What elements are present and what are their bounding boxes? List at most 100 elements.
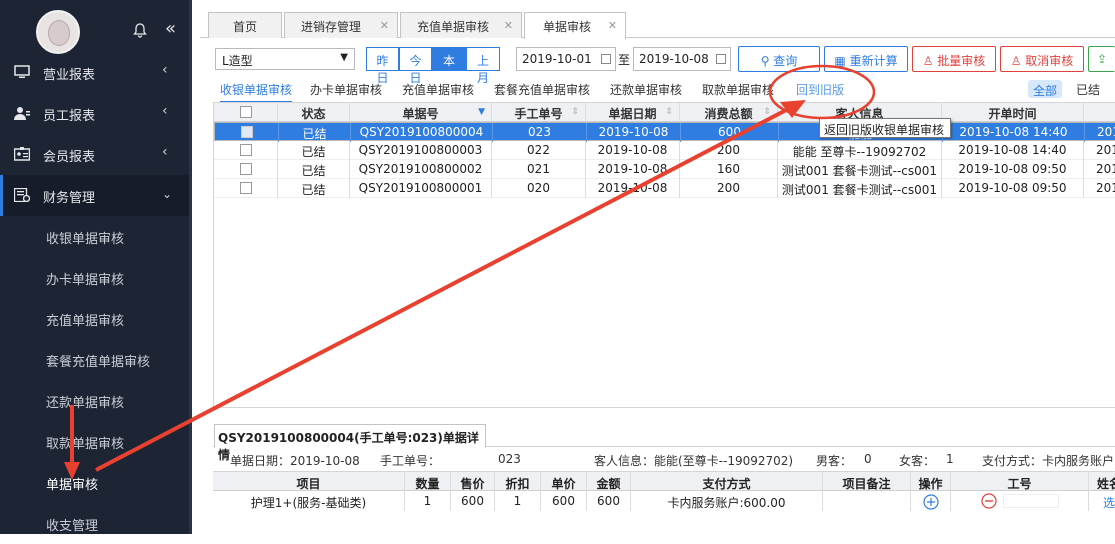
- cancel-audit-button[interactable]: ♙ 取消审核: [1000, 46, 1084, 72]
- dcell-pay: 卡内服务账户:600.00: [631, 491, 823, 511]
- row-checkbox[interactable]: [214, 179, 278, 198]
- staff-no-input[interactable]: [1003, 494, 1059, 508]
- row-checkbox[interactable]: [214, 160, 278, 179]
- batch-audit-button[interactable]: ♙ 批量审核: [912, 46, 996, 72]
- bell-icon[interactable]: [132, 22, 148, 38]
- sidebar-item-package-recharge-audit[interactable]: 套餐充值单据审核: [0, 339, 190, 380]
- export-button[interactable]: ⇪: [1088, 46, 1115, 72]
- menu-finance[interactable]: 财务管理 ⌄: [0, 175, 190, 216]
- detail-female-label: 女客：: [899, 454, 936, 468]
- dcell-amount: 600: [587, 491, 631, 511]
- menu-business-report[interactable]: 营业报表 ‹: [0, 52, 190, 93]
- col-extra[interactable]: [1084, 103, 1115, 122]
- sidebar-item-card-audit[interactable]: 办卡单据审核: [0, 257, 190, 298]
- subtab-withdraw[interactable]: 取款单据审核: [702, 81, 774, 98]
- col-bill-date[interactable]: 单据日期 ⇕: [586, 103, 680, 122]
- filter-all-button[interactable]: 全部: [1028, 80, 1062, 98]
- date-to-input[interactable]: 2019-10-08: [633, 47, 731, 71]
- cell-time: 2019-10-08 14:40: [943, 123, 1085, 142]
- dcol-action: 操作: [911, 472, 951, 492]
- sub-label: 收银单据审核: [46, 232, 125, 247]
- dropdown-arrow-icon: ▼: [340, 52, 348, 63]
- subtab-recharge[interactable]: 充值单据审核: [402, 81, 474, 98]
- today-button[interactable]: 今日: [399, 47, 432, 85]
- toolbar: L造型 ▼ 昨日 今日 本月 上月 2019-10-01 至 2019-10-08…: [210, 44, 1115, 85]
- collapse-sidebar-icon[interactable]: «: [165, 20, 176, 38]
- detail-row[interactable]: 护理1+(服务-基础类) 1 600 1 600 600 卡内服务账户:600.…: [213, 491, 1115, 511]
- tab-home[interactable]: 首页: [208, 12, 282, 38]
- last-month-button[interactable]: 上月: [466, 47, 500, 85]
- sort-icon: ⇕: [763, 107, 771, 117]
- select-all-checkbox[interactable]: [214, 103, 278, 122]
- col-bill-no[interactable]: 单据号 ▼: [350, 103, 492, 122]
- yesterday-button[interactable]: 昨日: [366, 47, 399, 85]
- close-icon[interactable]: ✕: [504, 19, 513, 32]
- cell-bill-no: QSY2019100800001: [350, 179, 492, 198]
- menu-label: 财务管理: [43, 191, 96, 206]
- sort-icon: ⇕: [665, 107, 673, 117]
- cell-date: 2019-10-08: [587, 123, 681, 142]
- cell-bill-no: QSY2019100800003: [350, 141, 492, 160]
- sidebar-item-cashier-audit[interactable]: 收银单据审核: [0, 216, 190, 257]
- row-checkbox[interactable]: [215, 123, 279, 142]
- cell-manual-no: 023: [493, 123, 587, 142]
- col-manual-no[interactable]: 手工单号 ⇕: [492, 103, 586, 122]
- add-staff-icon[interactable]: [911, 491, 951, 511]
- col-open-time[interactable]: 开单时间: [942, 103, 1084, 122]
- store-select[interactable]: L造型 ▼: [215, 48, 355, 70]
- avatar[interactable]: [36, 10, 80, 54]
- detail-table: 项目 数量 售价 折扣 单价 金额 支付方式 项目备注 操作 工号 姓名 护理1…: [213, 471, 1115, 534]
- tab-inventory[interactable]: 进销存管理 ✕: [284, 12, 398, 38]
- remove-icon[interactable]: [981, 493, 997, 509]
- sidebar-item-bill-audit[interactable]: 单据审核: [0, 462, 190, 503]
- menu-staff-report[interactable]: 员工报表 ‹: [0, 93, 190, 134]
- dcol-item: 项目: [213, 472, 405, 492]
- cell-date: 2019-10-08: [586, 179, 680, 198]
- chevron-left-icon: ‹: [162, 144, 168, 160]
- table-row[interactable]: 已结 QSY2019100800004 023 2019-10-08 600 能…: [214, 122, 1115, 142]
- back-to-old-version-link[interactable]: 回到旧版: [796, 81, 844, 98]
- row-checkbox[interactable]: [214, 141, 278, 160]
- subtab-repay[interactable]: 还款单据审核: [610, 81, 682, 98]
- sidebar-item-recharge-audit[interactable]: 充值单据审核: [0, 298, 190, 339]
- sidebar-item-income-expense[interactable]: 收支管理: [0, 503, 190, 544]
- subtab-cashier[interactable]: 收银单据审核: [220, 81, 293, 103]
- this-month-button[interactable]: 本月: [432, 47, 466, 85]
- batch-audit-label: 批量审核: [937, 54, 986, 68]
- menu-label: 员工报表: [43, 109, 96, 124]
- detail-pay: 支付方式：卡内服务账户: [982, 454, 1115, 468]
- col-total[interactable]: 消费总额 ⇕: [680, 103, 778, 122]
- cell-guest: 测试001 套餐卡测试--cs001: [778, 160, 942, 179]
- subtab-package-recharge[interactable]: 套餐充值单据审核: [494, 81, 590, 98]
- sidebar-item-withdraw-audit[interactable]: 取款单据审核: [0, 421, 190, 462]
- query-button[interactable]: ⚲ 查询: [738, 46, 820, 72]
- table-header: 状态 单据号 ▼ 手工单号 ⇕ 单据日期 ⇕ 消费总额 ⇕ 客人信息 开单时间: [214, 103, 1115, 122]
- sort-icon: ⇕: [571, 107, 579, 117]
- table-row[interactable]: 已结 QSY2019100800001 020 2019-10-08 200 测…: [214, 179, 1115, 198]
- cell-manual-no: 020: [492, 179, 586, 198]
- menu-member-report[interactable]: 会员报表 ‹: [0, 134, 190, 175]
- detail-tab[interactable]: QSY2019100800004(手工单号:023)单据详情: [214, 424, 486, 462]
- sidebar-scrollbar[interactable]: [189, 0, 192, 534]
- sidebar-item-repay-audit[interactable]: 还款单据审核: [0, 380, 190, 421]
- detail-male-value: 0: [864, 452, 872, 466]
- tab-label: 首页: [232, 20, 257, 34]
- dcell-unit: 600: [541, 491, 587, 511]
- col-manual-no-label: 手工单号: [514, 107, 563, 121]
- recalculate-button[interactable]: ▦ 重新计算: [824, 46, 908, 72]
- dcell-item: 护理1+(服务-基础类): [213, 491, 405, 511]
- cell-total: 200: [680, 141, 778, 160]
- select-staff-link[interactable]: 选: [1089, 491, 1115, 511]
- dcell-staff[interactable]: [951, 491, 1089, 511]
- cell-extra: 201: [1096, 181, 1115, 195]
- subtab-card[interactable]: 办卡单据审核: [310, 81, 382, 98]
- table-row[interactable]: 已结 QSY2019100800003 022 2019-10-08 200 能…: [214, 141, 1115, 160]
- filter-done-button[interactable]: 已结: [1076, 81, 1100, 98]
- tab-bill-audit[interactable]: 单据审核 ✕: [524, 12, 626, 39]
- date-from-input[interactable]: 2019-10-01: [516, 47, 616, 71]
- col-status[interactable]: 状态: [278, 103, 350, 122]
- close-icon[interactable]: ✕: [608, 19, 617, 32]
- tab-recharge-audit[interactable]: 充值单据审核 ✕: [400, 12, 522, 38]
- table-row[interactable]: 已结 QSY2019100800002 021 2019-10-08 160 测…: [214, 160, 1115, 179]
- close-icon[interactable]: ✕: [380, 19, 389, 32]
